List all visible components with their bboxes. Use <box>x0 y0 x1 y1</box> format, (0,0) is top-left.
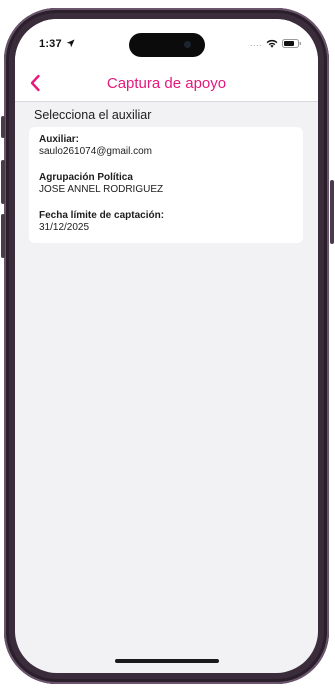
screenshot-stage: 1:37 .... Captura de apoyo Selecciona el… <box>0 0 335 688</box>
action-button <box>1 116 5 138</box>
status-indicators: .... <box>250 39 302 48</box>
dynamic-island <box>129 33 205 57</box>
fecha-limite-value: 31/12/2025 <box>39 222 90 233</box>
auxiliar-value: saulo261074@gmail.com <box>39 146 152 157</box>
agrupacion-field: Agrupación Política JOSE ANNEL RODRIGUEZ <box>39 172 163 196</box>
location-arrow-icon <box>66 39 75 48</box>
auxiliar-card[interactable]: Auxiliar: saulo261074@gmail.com Agrupaci… <box>29 127 303 243</box>
auxiliar-label: Auxiliar: <box>39 134 80 145</box>
power-button <box>330 180 334 244</box>
signal-dots: .... <box>249 38 262 48</box>
agrupacion-value: JOSE ANNEL RODRIGUEZ <box>39 184 164 195</box>
agrupacion-label: Agrupación Política <box>39 172 133 183</box>
front-camera <box>184 41 191 48</box>
battery-icon <box>282 39 301 48</box>
navigation-bar: Captura de apoyo <box>15 65 318 102</box>
app-screen: 1:37 .... Captura de apoyo Selecciona el… <box>15 19 318 673</box>
status-time: 1:37 <box>39 38 62 50</box>
volume-down-button <box>1 214 5 258</box>
fecha-limite-field: Fecha límite de captación: 31/12/2025 <box>39 210 164 234</box>
volume-up-button <box>1 160 5 204</box>
page-title: Captura de apoyo <box>106 75 227 92</box>
status-bar: 1:37 .... <box>15 19 318 65</box>
auxiliar-field: Auxiliar: saulo261074@gmail.com <box>39 134 152 158</box>
wifi-icon <box>266 39 278 48</box>
home-indicator[interactable] <box>115 659 219 663</box>
section-title: Selecciona el auxiliar <box>34 108 152 122</box>
fecha-limite-label: Fecha límite de captación: <box>39 210 165 221</box>
